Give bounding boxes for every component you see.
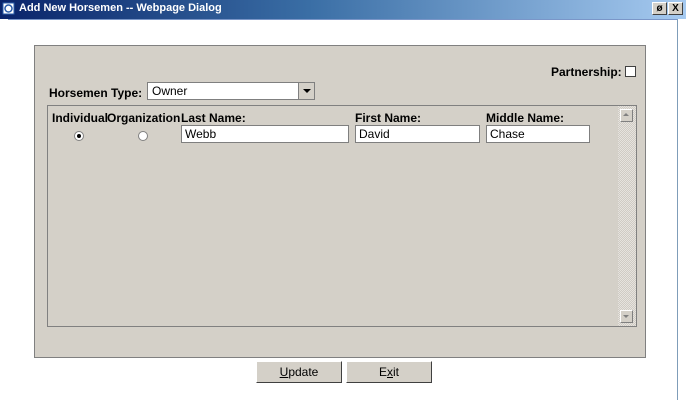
partnership-checkbox[interactable]: [625, 66, 636, 77]
close-icon: X: [672, 3, 679, 14]
chevron-down-icon[interactable]: [298, 83, 314, 99]
restore-button[interactable]: ø: [652, 2, 667, 15]
exit-button[interactable]: Exit: [346, 361, 432, 383]
update-label-rest: pdate: [288, 365, 319, 379]
header-first-name: First Name:: [355, 111, 422, 125]
first-name-input[interactable]: David: [355, 125, 480, 143]
horsemen-type-select[interactable]: Owner: [147, 82, 315, 100]
horsemen-form-panel: Partnership: Horsemen Type: Owner Indivi…: [34, 45, 646, 358]
exit-label-first: E: [378, 365, 387, 379]
organization-radio[interactable]: [138, 131, 148, 141]
scroll-up-icon[interactable]: [620, 109, 633, 122]
dialog-frame-right: [677, 19, 686, 400]
restore-icon: ø: [656, 3, 663, 14]
dialog-frame-left: [0, 19, 8, 400]
header-organization: Organization: [107, 111, 181, 125]
update-button[interactable]: Update: [256, 361, 342, 383]
horsemen-type-value: Owner: [152, 84, 188, 98]
header-last-name: Last Name:: [181, 111, 246, 125]
individual-radio[interactable]: [74, 131, 84, 141]
ie-page-icon: [2, 2, 15, 15]
horsemen-type-label: Horsemen Type:: [49, 86, 143, 100]
middle-name-input[interactable]: Chase: [486, 125, 590, 143]
scroll-down-icon[interactable]: [620, 310, 633, 323]
window-title: Add New Horsemen -- Webpage Dialog: [19, 2, 222, 14]
names-list-area: Individual Organization Last Name: First…: [47, 105, 637, 327]
last-name-input[interactable]: Webb: [181, 125, 349, 143]
exit-label-rest: it: [393, 365, 399, 379]
title-bar: Add New Horsemen -- Webpage Dialog ø X: [0, 0, 686, 20]
header-individual: Individual: [52, 111, 109, 125]
partnership-label: Partnership:: [551, 65, 622, 79]
update-mnemonic: U: [279, 365, 289, 379]
close-button[interactable]: X: [668, 2, 683, 15]
header-middle-name: Middle Name:: [486, 111, 565, 125]
vertical-scrollbar[interactable]: [618, 106, 636, 326]
